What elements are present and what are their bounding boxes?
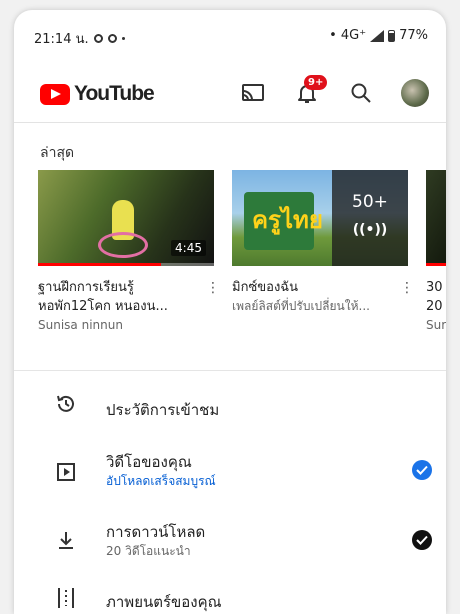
download-icon — [54, 528, 78, 552]
playlist-subtitle: เพลย์ลิสต์ที่ปรับเปลี่ยนให้... — [232, 299, 370, 313]
status-time: 21:14 น. — [34, 32, 89, 47]
check-circle-icon — [412, 530, 432, 550]
battery-level: 77% — [399, 28, 428, 43]
signal-icon — [370, 29, 385, 42]
app-name: YouTube — [74, 82, 155, 105]
downloads-row[interactable]: การดาวน์โหลด 20 วิดีโอแนะนำ — [14, 516, 446, 566]
notification-dot-icon — [107, 34, 117, 43]
video-title-line: 20 — [426, 299, 443, 314]
recent-heading: ล่าสุด — [40, 145, 75, 161]
playlist-title: มิกซ์ของฉัน — [232, 280, 299, 295]
cast-button[interactable] — [236, 76, 270, 110]
battery-icon — [388, 29, 396, 42]
more-notifications-icon — [121, 37, 125, 40]
thumbnail-text: ครูไทย — [252, 205, 323, 234]
watch-progress-bar — [38, 263, 162, 266]
status-bar: 21:14 น. • 4G⁺ 77% — [14, 10, 446, 54]
notification-badge: 9+ — [304, 75, 328, 90]
video-duration: 4:45 — [171, 240, 206, 256]
playlist-meta[interactable]: มิกซ์ของฉัน เพลย์ลิสต์ที่ปรับเปลี่ยนให้.… — [232, 278, 402, 316]
upload-status: อัปโหลดเสร็จสมบูรณ์ — [106, 474, 216, 488]
check-circle-icon — [412, 460, 432, 480]
history-icon — [54, 392, 78, 416]
film-icon — [54, 586, 78, 610]
playlist-count: 50+ — [352, 192, 388, 212]
cast-icon — [242, 84, 264, 101]
youtube-logo[interactable]: YouTube — [40, 82, 155, 106]
mix-radio-icon: ((•)) — [352, 222, 388, 238]
video-channel: Sur — [426, 318, 446, 332]
notifications-button[interactable]: 9+ — [290, 75, 328, 110]
notification-dot-icon — [93, 34, 103, 43]
video-title-line: หอพัก12โคก หนองน... — [38, 299, 168, 314]
playlist-thumbnail[interactable]: ครูไทย 50+ ((•)) — [232, 170, 408, 266]
search-icon — [351, 83, 371, 103]
video-title-line: ฐานฝึกการเรียนรู้ — [38, 280, 134, 295]
section-divider — [14, 370, 446, 371]
more-options-icon[interactable]: ⋮ — [400, 280, 414, 296]
network-indicator: • 4G⁺ — [329, 28, 367, 43]
phone-screen: 21:14 น. • 4G⁺ 77% YouTube 9+ ล่าสุด 4:4… — [14, 10, 446, 614]
video-channel: Sunisa ninnun — [38, 318, 123, 332]
video-thumbnail-1[interactable]: 4:45 — [38, 170, 214, 266]
downloads-label: การดาวน์โหลด — [106, 523, 206, 541]
movies-label: ภาพยนตร์ของคุณ — [106, 593, 222, 611]
app-bar: YouTube 9+ — [14, 64, 446, 120]
more-options-icon[interactable]: ⋮ — [206, 280, 220, 296]
history-row[interactable]: ประวัติการเข้าชม — [14, 386, 446, 426]
playlist-overlay: 50+ ((•)) — [332, 170, 408, 266]
history-label: ประวัติการเข้าชม — [106, 401, 220, 419]
video-thumbnail-3[interactable] — [426, 170, 446, 266]
video-meta-1[interactable]: ฐานฝึกการเรียนรู้ หอพัก12โคก หนองน... Su… — [38, 278, 208, 335]
thumbnail-bike — [98, 232, 148, 258]
account-button[interactable] — [398, 76, 432, 110]
movies-row[interactable]: ภาพยนตร์ของคุณ — [14, 580, 446, 614]
play-square-icon — [54, 460, 78, 484]
youtube-play-icon — [40, 83, 70, 105]
your-videos-row[interactable]: วิดีโอของคุณ อัปโหลดเสร็จสมบูรณ์ — [14, 446, 446, 496]
downloads-count: 20 วิดีโอแนะนำ — [106, 544, 191, 558]
video-meta-3[interactable]: 30 20 Sur — [426, 278, 446, 335]
avatar — [401, 79, 429, 107]
your-videos-label: วิดีโอของคุณ — [106, 453, 192, 471]
video-title-line: 30 — [426, 280, 443, 295]
watch-progress-bar — [426, 263, 446, 266]
app-bar-divider — [14, 122, 446, 123]
search-button[interactable] — [344, 76, 378, 110]
